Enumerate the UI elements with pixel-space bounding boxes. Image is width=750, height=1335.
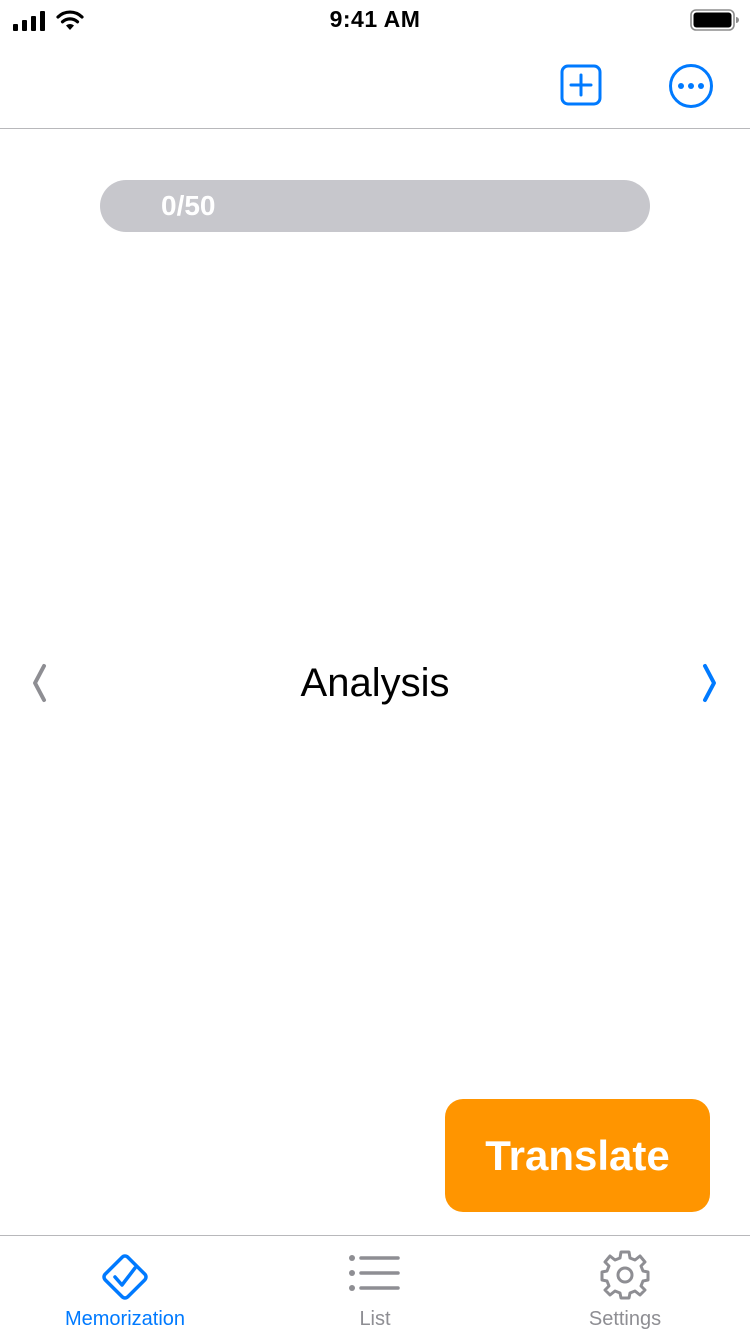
tab-label: Settings (588, 1308, 662, 1330)
tab-label: List (359, 1308, 391, 1330)
translate-button[interactable]: Translate (445, 1099, 710, 1212)
navigation-bar (0, 40, 750, 129)
word-text: Analysis (300, 661, 450, 705)
ellipsis-circle-icon (669, 64, 713, 108)
tab-settings[interactable]: Settings (500, 1236, 750, 1335)
status-bar: 9:41 AM (0, 0, 750, 40)
next-word-button[interactable] (694, 660, 728, 706)
tab-label: Memorization (64, 1308, 186, 1330)
plus-square-icon (560, 64, 602, 106)
list-bullet-icon (349, 1255, 400, 1291)
tab-list[interactable]: List (250, 1236, 500, 1335)
add-button[interactable] (559, 63, 605, 109)
more-button[interactable] (667, 62, 715, 110)
battery-icon (690, 9, 739, 31)
progress-bar: 0/50 (100, 180, 650, 232)
tab-bar: Memorization List Settings (0, 1235, 750, 1335)
previous-word-button[interactable] (24, 660, 58, 706)
checkmark-diamond-icon (102, 1254, 148, 1300)
status-time: 9:41 AM (329, 6, 421, 32)
tab-memorization[interactable]: Memorization (0, 1236, 250, 1335)
chevron-left-icon (33, 664, 46, 702)
gear-icon (600, 1250, 650, 1300)
progress-label: 0/50 (161, 190, 216, 221)
chevron-right-icon (703, 664, 716, 702)
